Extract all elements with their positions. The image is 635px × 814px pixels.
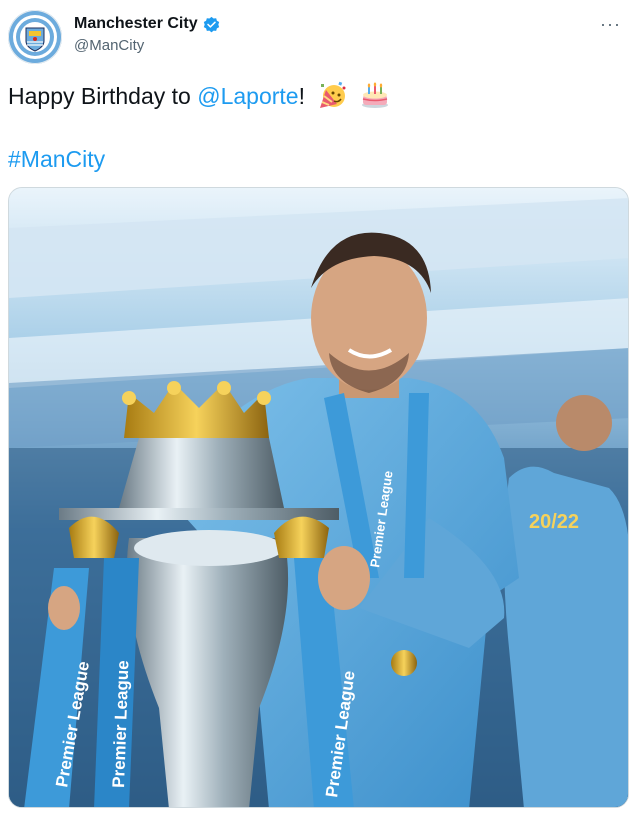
back-number-text: 20/22 [529, 511, 579, 533]
photo-illustration: 20/22 Premier League Premier League Prem… [9, 188, 628, 807]
avatar[interactable] [8, 10, 62, 64]
handle[interactable]: @ManCity [74, 36, 221, 56]
tweet-text: Happy Birthday to @Laporte! [8, 80, 390, 112]
hashtag-line: #ManCity [8, 143, 105, 175]
birthday-cake-emoji-icon [361, 82, 388, 108]
verified-badge-icon [203, 16, 219, 32]
tweet-text-prefix: Happy Birthday to [8, 83, 198, 109]
tweet-text-suffix: ! [298, 83, 305, 109]
tweet-photo[interactable]: 20/22 Premier League Premier League Prem… [8, 187, 629, 808]
author-names[interactable]: Manchester City @ManCity [74, 14, 221, 56]
mention-link[interactable]: @Laporte [197, 83, 298, 109]
display-name[interactable]: Manchester City [74, 14, 198, 34]
partying-face-emoji-icon [320, 81, 346, 108]
display-name-row[interactable]: Manchester City [74, 14, 221, 34]
man-city-crest-icon [13, 15, 57, 59]
more-options-icon[interactable]: ··· [600, 14, 621, 35]
tweet-header: Manchester City @ManCity ··· [0, 0, 635, 70]
hashtag-link[interactable]: #ManCity [8, 146, 105, 172]
